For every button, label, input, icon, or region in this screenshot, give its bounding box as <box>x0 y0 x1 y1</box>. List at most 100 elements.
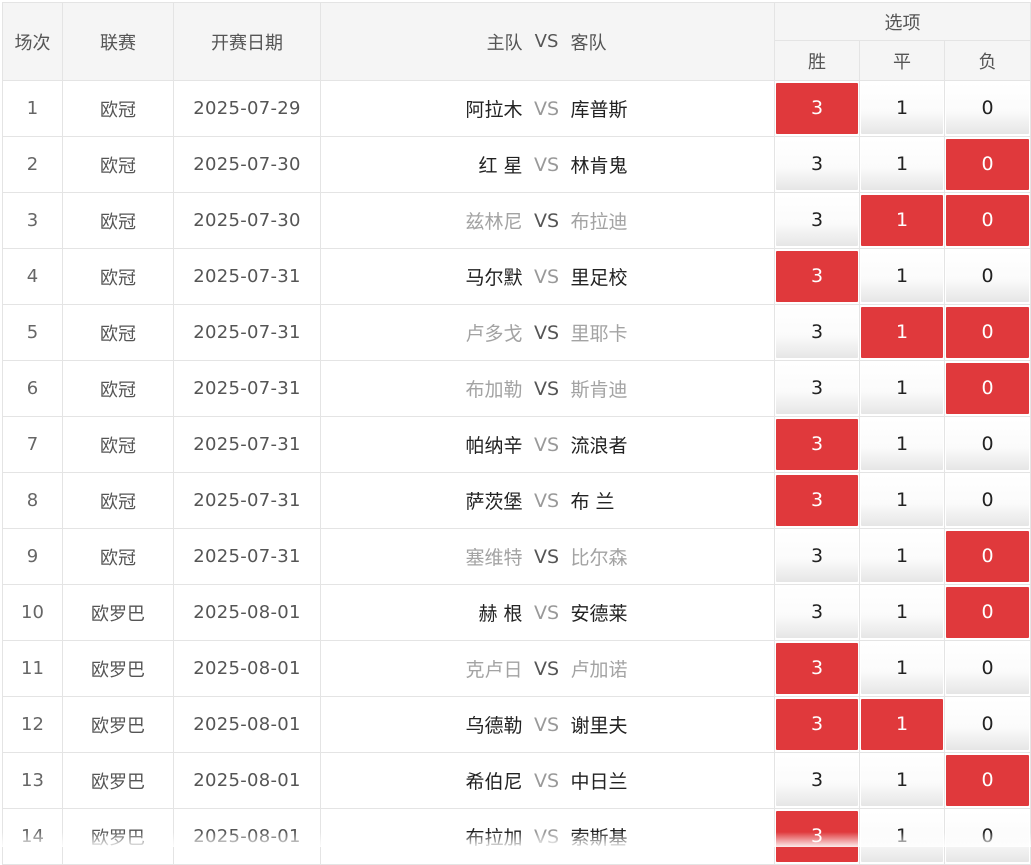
option-loss-button[interactable]: 0 <box>946 363 1030 414</box>
option-loss-button[interactable]: 0 <box>946 643 1030 694</box>
away-team: 斯肯迪 <box>570 379 628 401</box>
option-draw-button[interactable]: 1 <box>861 251 943 302</box>
away-team: 比尔森 <box>570 547 628 569</box>
option-draw-cell: 1 <box>859 472 945 529</box>
vs-label: VS <box>533 209 560 232</box>
teams-cell: 阿拉木 VS 库普斯 <box>320 80 775 137</box>
option-win-button[interactable]: 3 <box>776 83 858 134</box>
option-win-button[interactable]: 3 <box>776 363 858 414</box>
option-win-cell: 3 <box>774 192 860 249</box>
option-win-button[interactable]: 3 <box>776 643 858 694</box>
option-draw-button[interactable]: 1 <box>861 307 943 358</box>
away-team: 索斯基 <box>570 827 628 849</box>
option-win-cell: 3 <box>774 360 860 417</box>
option-win-button[interactable]: 3 <box>776 755 858 806</box>
option-loss-cell: 0 <box>943 528 1031 585</box>
option-loss-button[interactable]: 0 <box>946 195 1030 246</box>
teams-cell: 帕纳辛 VS 流浪者 <box>320 416 775 473</box>
table-row: 2 欧冠 2025-07-30 红 星 VS 林肯鬼 3 1 0 <box>2 136 1031 193</box>
option-draw-button[interactable]: 1 <box>861 811 943 862</box>
teams-cell: 马尔默 VS 里足校 <box>320 248 775 305</box>
header-away: 客队 <box>570 32 607 54</box>
option-loss-button[interactable]: 0 <box>946 587 1030 638</box>
home-team: 希伯尼 <box>465 771 523 793</box>
teams-cell: 卢多戈 VS 里耶卡 <box>320 304 775 361</box>
option-win-button[interactable]: 3 <box>776 699 858 750</box>
option-win-button[interactable]: 3 <box>776 587 858 638</box>
option-loss-button[interactable]: 0 <box>946 755 1030 806</box>
option-loss-button[interactable]: 0 <box>946 419 1030 470</box>
home-team: 布拉加 <box>465 827 523 849</box>
teams-cell: 红 星 VS 林肯鬼 <box>320 136 775 193</box>
option-win-button[interactable]: 3 <box>776 251 858 302</box>
away-team: 里足校 <box>570 267 628 289</box>
option-win-button[interactable]: 3 <box>776 307 858 358</box>
match-date: 2025-07-29 <box>173 80 321 137</box>
match-date: 2025-08-01 <box>173 640 321 697</box>
home-team: 布加勒 <box>465 379 523 401</box>
league-name: 欧冠 <box>62 528 174 585</box>
league-name: 欧罗巴 <box>62 696 174 753</box>
option-draw-button[interactable]: 1 <box>861 531 943 582</box>
option-win-button[interactable]: 3 <box>776 475 858 526</box>
option-loss-button[interactable]: 0 <box>946 139 1030 190</box>
vs-label: VS <box>533 377 560 400</box>
option-loss-button[interactable]: 0 <box>946 531 1030 582</box>
table-row: 10 欧罗巴 2025-08-01 赫 根 VS 安德莱 3 1 0 <box>2 584 1031 641</box>
option-draw-button[interactable]: 1 <box>861 195 943 246</box>
option-draw-button[interactable]: 1 <box>861 755 943 806</box>
table-body: 1 欧冠 2025-07-29 阿拉木 VS 库普斯 3 1 0 2 欧冠 2025-07-30 红 星… <box>2 80 1031 865</box>
match-table: 场次 联赛 开赛日期 主队 VS 客队 选项 胜 平 负 1 欧冠 2025-07-… <box>2 2 1031 865</box>
option-draw-button[interactable]: 1 <box>861 83 943 134</box>
option-win-button[interactable]: 3 <box>776 419 858 470</box>
option-loss-button[interactable]: 0 <box>946 251 1030 302</box>
home-team: 帕纳辛 <box>465 435 523 457</box>
option-loss-cell: 0 <box>943 472 1031 529</box>
match-index: 4 <box>2 248 63 305</box>
vs-label: VS <box>533 265 560 288</box>
option-draw-button[interactable]: 1 <box>861 699 943 750</box>
header-home: 主队 <box>486 32 523 54</box>
match-date: 2025-08-01 <box>173 696 321 753</box>
match-date: 2025-07-30 <box>173 192 321 249</box>
header-teams: 主队 VS 客队 <box>320 2 775 81</box>
option-draw-button[interactable]: 1 <box>861 643 943 694</box>
option-loss-button[interactable]: 0 <box>946 83 1030 134</box>
league-name: 欧冠 <box>62 192 174 249</box>
option-loss-button[interactable]: 0 <box>946 307 1030 358</box>
home-team: 兹林尼 <box>465 211 523 233</box>
option-win-button[interactable]: 3 <box>776 531 858 582</box>
away-team: 卢加诺 <box>570 659 628 681</box>
league-name: 欧罗巴 <box>62 584 174 641</box>
option-loss-cell: 0 <box>943 808 1031 865</box>
option-win-button[interactable]: 3 <box>776 195 858 246</box>
option-draw-button[interactable]: 1 <box>861 363 943 414</box>
vs-label: VS <box>533 769 560 792</box>
option-loss-button[interactable]: 0 <box>946 699 1030 750</box>
option-draw-button[interactable]: 1 <box>861 587 943 638</box>
option-win-cell: 3 <box>774 752 860 809</box>
option-win-cell: 3 <box>774 136 860 193</box>
option-draw-cell: 1 <box>859 696 945 753</box>
table-row: 7 欧冠 2025-07-31 帕纳辛 VS 流浪者 3 1 0 <box>2 416 1031 473</box>
table-row: 3 欧冠 2025-07-30 兹林尼 VS 布拉迪 3 1 0 <box>2 192 1031 249</box>
home-team: 萨茨堡 <box>465 491 523 513</box>
option-draw-button[interactable]: 1 <box>861 475 943 526</box>
option-draw-button[interactable]: 1 <box>861 419 943 470</box>
option-loss-button[interactable]: 0 <box>946 475 1030 526</box>
match-index: 8 <box>2 472 63 529</box>
option-draw-cell: 1 <box>859 752 945 809</box>
option-win-button[interactable]: 3 <box>776 811 858 862</box>
match-date: 2025-08-01 <box>173 584 321 641</box>
option-draw-button[interactable]: 1 <box>861 139 943 190</box>
option-win-cell: 3 <box>774 248 860 305</box>
match-index: 14 <box>2 808 63 865</box>
away-team: 林肯鬼 <box>570 155 628 177</box>
option-win-cell: 3 <box>774 640 860 697</box>
home-team: 乌德勒 <box>465 715 523 737</box>
option-loss-button[interactable]: 0 <box>946 811 1030 862</box>
option-win-cell: 3 <box>774 472 860 529</box>
option-win-button[interactable]: 3 <box>776 139 858 190</box>
option-draw-cell: 1 <box>859 248 945 305</box>
match-index: 7 <box>2 416 63 473</box>
